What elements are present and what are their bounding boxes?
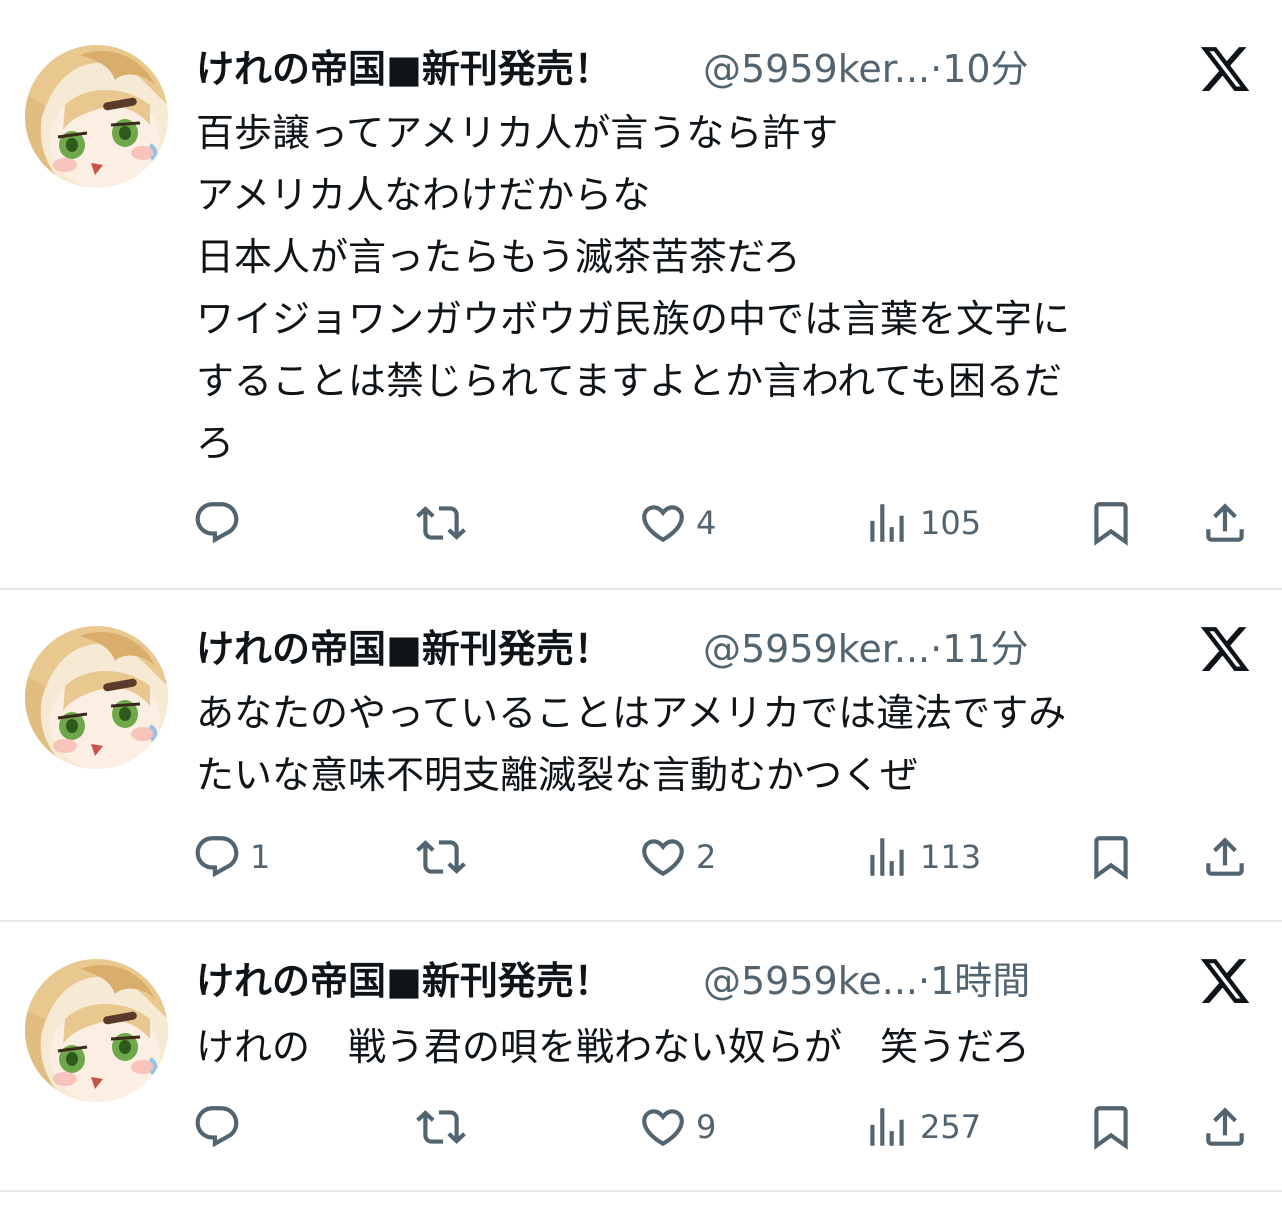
text-line: あなたのやっていることはアメリカでは違法ですみ (196, 691, 1067, 735)
heart-icon (638, 498, 688, 548)
timestamp[interactable]: 11分 (942, 627, 1028, 671)
like-button[interactable]: 9 (638, 1102, 716, 1152)
display-name[interactable]: けれの帝国■新刊発売！ (196, 46, 612, 92)
like-count: 4 (696, 504, 717, 542)
reply-icon (192, 1102, 242, 1152)
view-count: 257 (920, 1108, 982, 1146)
reply-button[interactable]: 1 (192, 832, 270, 882)
share-icon (1200, 498, 1250, 548)
text-line: ろ (196, 421, 235, 465)
retweet-icon (416, 832, 466, 882)
text-line: たいな意味不明支離滅裂な言動むかつくぜ (196, 753, 919, 797)
bookmark-button[interactable] (1086, 498, 1136, 548)
bookmark-icon (1086, 832, 1136, 882)
bookmark-icon (1086, 498, 1136, 548)
timestamp[interactable]: 1時間 (930, 959, 1030, 1003)
text-line: 百歩譲ってアメリカ人が言うなら許す (196, 111, 839, 155)
handle-meta: @5959ke...·1時間 (703, 958, 1030, 1004)
share-button[interactable] (1200, 832, 1250, 882)
text-line: することは禁じられてますよとか言われても困るだ (196, 359, 1063, 403)
views-icon (862, 1102, 912, 1152)
like-button[interactable]: 2 (638, 832, 716, 882)
handle-meta: @5959ker...·10分 (703, 46, 1029, 92)
timestamp[interactable]: 10分 (942, 47, 1028, 91)
avatar-image (25, 626, 168, 769)
user-handle[interactable]: @5959ker... (703, 627, 930, 671)
divider (0, 920, 1282, 922)
tweet-text: けれの 戦う君の唄を戦わない奴らが 笑うだろ (196, 1016, 1256, 1078)
reply-icon (192, 498, 242, 548)
display-name[interactable]: けれの帝国■新刊発売！ (196, 626, 612, 672)
share-button[interactable] (1200, 498, 1250, 548)
reply-icon (192, 832, 242, 882)
meta-separator: · (930, 47, 943, 91)
bookmark-button[interactable] (1086, 832, 1136, 882)
like-count: 9 (696, 1108, 717, 1146)
avatar-image (25, 959, 168, 1102)
user-handle[interactable]: @5959ker... (703, 47, 930, 91)
views-button[interactable]: 257 (862, 1102, 981, 1152)
handle-meta: @5959ker...·11分 (703, 626, 1029, 672)
divider (0, 588, 1282, 590)
display-name[interactable]: けれの帝国■新刊発売！ (196, 958, 612, 1004)
like-count: 2 (696, 838, 717, 876)
bookmark-icon (1086, 1102, 1136, 1152)
reply-button[interactable] (192, 1102, 250, 1152)
text-line: けれの 戦う君の唄を戦わない奴らが 笑うだろ (196, 1025, 1030, 1069)
divider (0, 1190, 1282, 1192)
x-logo-icon[interactable] (1198, 954, 1252, 1008)
avatar[interactable] (25, 626, 168, 769)
retweet-icon (416, 498, 466, 548)
text-line: ワイジョワンガウボウガ民族の中では言葉を文字に (196, 297, 1071, 341)
views-button[interactable]: 113 (862, 832, 981, 882)
views-icon (862, 832, 912, 882)
view-count: 105 (920, 504, 982, 542)
share-button[interactable] (1200, 1102, 1250, 1152)
user-handle[interactable]: @5959ke... (703, 959, 918, 1003)
views-icon (862, 498, 912, 548)
reply-button[interactable] (192, 498, 250, 548)
views-button[interactable]: 105 (862, 498, 981, 548)
reply-count: 1 (250, 838, 271, 876)
avatar[interactable] (25, 959, 168, 1102)
like-button[interactable]: 4 (638, 498, 716, 548)
retweet-button[interactable] (416, 498, 466, 548)
retweet-button[interactable] (416, 1102, 466, 1152)
tweet-text: あなたのやっていることはアメリカでは違法ですみ たいな意味不明支離滅裂な言動むか… (196, 682, 1256, 806)
x-logo-icon[interactable] (1198, 622, 1252, 676)
heart-icon (638, 832, 688, 882)
avatar[interactable] (25, 45, 168, 188)
view-count: 113 (920, 838, 982, 876)
heart-icon (638, 1102, 688, 1152)
text-line: 日本人が言ったらもう滅茶苦茶だろ (196, 235, 801, 279)
retweet-button[interactable] (416, 832, 466, 882)
share-icon (1200, 832, 1250, 882)
x-logo-icon[interactable] (1198, 42, 1252, 96)
tweet-text: 百歩譲ってアメリカ人が言うなら許す アメリカ人なわけだからな 日本人が言ったらも… (196, 102, 1256, 474)
text-line: アメリカ人なわけだからな (196, 173, 651, 217)
retweet-icon (416, 1102, 466, 1152)
bookmark-button[interactable] (1086, 1102, 1136, 1152)
meta-separator: · (930, 627, 943, 671)
avatar-image (25, 45, 168, 188)
meta-separator: · (917, 959, 931, 1003)
share-icon (1200, 1102, 1250, 1152)
